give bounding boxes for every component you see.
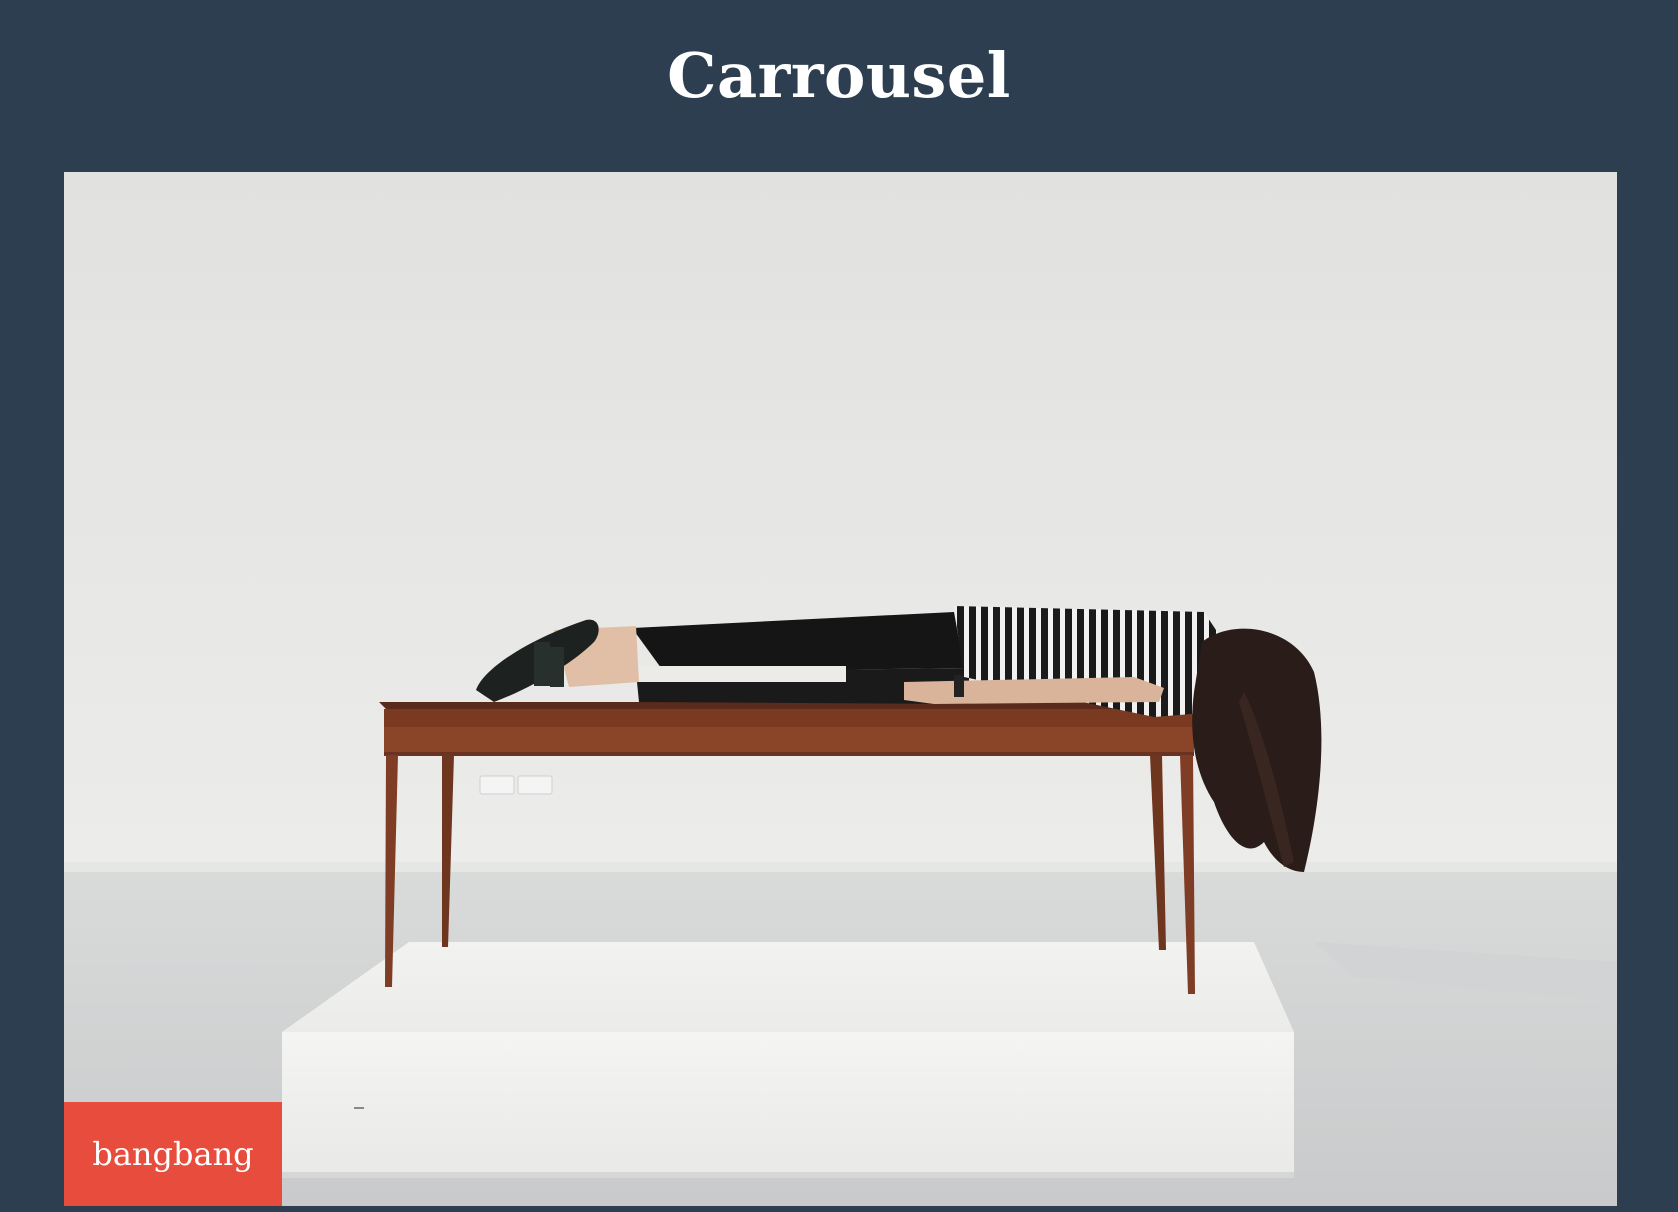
carousel[interactable]: bangbang: [64, 172, 1617, 1206]
page-title: Carrousel: [667, 38, 1011, 112]
page-header: Carrousel: [0, 0, 1678, 150]
slide-caption[interactable]: bangbang: [64, 1102, 282, 1206]
carousel-slide-image[interactable]: [64, 172, 1617, 1206]
